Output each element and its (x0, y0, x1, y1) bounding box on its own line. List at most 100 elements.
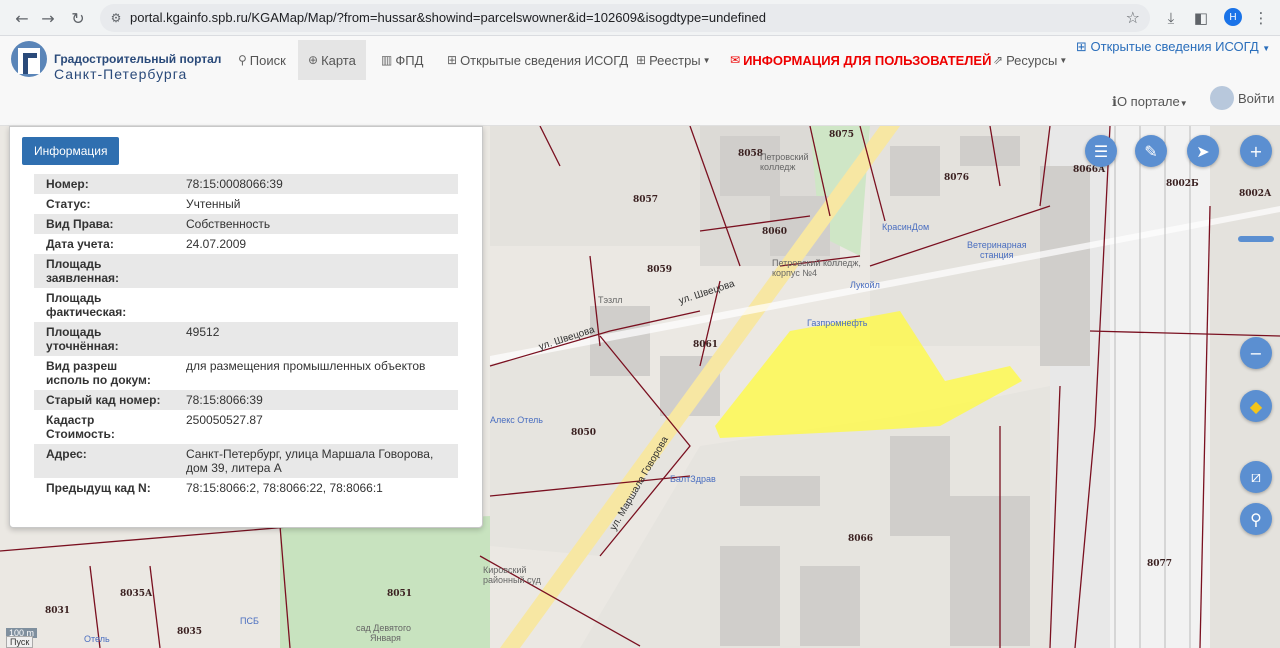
svg-text:ПСБ: ПСБ (240, 616, 259, 626)
svg-text:8002А: 8002А (1239, 189, 1272, 199)
info-row: Адрес: Санкт-Петербург, улица Маршала Гов… (34, 444, 458, 478)
info-tab[interactable]: Информация (22, 137, 120, 165)
info-row: Старый кад номер: 78:15:8066:39 (34, 390, 458, 410)
portal-logo[interactable] (10, 40, 48, 78)
nav-search-label: Поиск (249, 52, 286, 68)
zoom-out-button[interactable]: − (1240, 337, 1272, 369)
svg-text:Отель: Отель (84, 634, 110, 644)
minus-icon: − (1249, 343, 1263, 363)
svg-text:Января: Января (370, 633, 401, 643)
navigation-icon: ➤ (1196, 141, 1210, 161)
svg-text:Кировский: Кировский (483, 565, 526, 575)
nav-resources-label: Ресурсы (1006, 52, 1058, 68)
nav-open-isogd[interactable]: ⊞ Открытые сведения ИСОГД (437, 40, 638, 80)
svg-text:8051: 8051 (387, 589, 412, 599)
info-row: Вид разреш исполь по докум: для размещени… (34, 356, 458, 390)
nav-map-label: Карта (321, 52, 356, 68)
globe-icon: ⊕ (308, 53, 319, 67)
frame-icon: ⧄ (1250, 467, 1262, 486)
basemap-button[interactable]: ◆ (1240, 390, 1272, 422)
nav-registries[interactable]: ⊞ Реестры ▼ (626, 40, 721, 80)
info-key: Кадастр Стоимость: (46, 413, 115, 441)
nav-resources[interactable]: ⇗ Ресурсы ▼ (983, 40, 1077, 80)
profile-avatar[interactable]: H (1224, 8, 1242, 26)
reload-icon[interactable]: ↻ (66, 6, 90, 30)
info-row: Статус: Учтенный (34, 194, 458, 214)
info-key: Старый кад номер: (46, 393, 161, 407)
svg-text:Ветеринарная: Ветеринарная (967, 240, 1027, 250)
isogd-dropdown[interactable]: ⊞ Открытые сведения ИСОГД ▼ (1076, 39, 1270, 55)
svg-text:8060: 8060 (762, 227, 787, 237)
info-value (174, 254, 458, 288)
sidepanel-icon[interactable]: ◧ (1190, 7, 1212, 29)
logo-subtitle: Санкт-Петербурга (54, 66, 188, 82)
svg-text:КрасинДом: КрасинДом (882, 222, 929, 232)
info-key: Дата учета: (46, 237, 114, 251)
url-text[interactable]: portal.kgainfo.spb.ru/KGAMap/Map/?from=h… (130, 10, 766, 25)
locate-button[interactable]: ➤ (1187, 135, 1219, 167)
logo-title: Градостроительный портал (54, 52, 222, 66)
info-key: Адрес: (46, 447, 87, 461)
arrow-right-icon[interactable]: → (36, 6, 60, 30)
nav-fpd[interactable]: ▥ ФПД (371, 40, 433, 80)
svg-text:Петровский: Петровский (760, 152, 808, 162)
extent-button[interactable]: ⧄ (1240, 461, 1272, 493)
nav-open-isogd-label: Открытые сведения ИСОГД (460, 52, 629, 68)
search-map-button[interactable]: ⚲ (1240, 503, 1272, 535)
caret-down-icon: ▼ (1179, 99, 1188, 108)
info-row: Кадастр Стоимость: 250050527.87 (34, 410, 458, 444)
nav-registries-label: Реестры (649, 52, 701, 68)
svg-text:8066: 8066 (848, 534, 873, 544)
svg-text:8050: 8050 (571, 428, 596, 438)
plus-icon: + (1249, 141, 1263, 161)
nav-map[interactable]: ⊕ Карта (298, 40, 366, 80)
info-value (174, 288, 458, 322)
svg-text:8031: 8031 (45, 606, 70, 616)
svg-text:8061: 8061 (693, 340, 718, 350)
svg-text:8059: 8059 (647, 265, 672, 275)
info-value: 24.07.2009 (186, 237, 247, 251)
start-button[interactable]: Пуск (6, 636, 34, 648)
about-portal-link[interactable]: ℹО портале▼ (1112, 94, 1188, 110)
zoom-slider[interactable] (1238, 236, 1274, 242)
login-button[interactable]: Войти (1210, 86, 1274, 110)
info-row: Вид Права: Собственность (34, 214, 458, 234)
nav-search[interactable]: ⚲ Поиск (228, 40, 296, 80)
site-header: Градостроительный портал Санкт-Петербург… (0, 36, 1280, 126)
chat-icon: ✉ (730, 53, 741, 67)
isogd-dropdown-label: Открытые сведения ИСОГД (1090, 39, 1259, 54)
info-value: 78:15:8066:39 (186, 393, 263, 407)
info-value: 49512 (186, 325, 220, 339)
menu-dots-icon[interactable]: ⋮ (1250, 7, 1272, 29)
address-bar[interactable]: ⚙ portal.kgainfo.spb.ru/KGAMap/Map/?from… (100, 4, 1150, 32)
external-link-icon: ⇗ (993, 53, 1004, 67)
info-table: Номер: 78:15:0008066:39 Статус: Учтенный Вид… (34, 174, 458, 498)
info-value: Санкт-Петербург, улица Маршала Говорова,… (186, 447, 434, 475)
svg-text:Газпромнефть: Газпромнефть (807, 318, 868, 328)
svg-text:Тэзлл: Тэзлл (598, 295, 623, 305)
info-key: Статус: (46, 197, 91, 211)
layers-list-button[interactable]: ☰ (1085, 135, 1117, 167)
svg-text:Петровский колледж,: Петровский колледж, (772, 258, 861, 268)
list-icon: ☰ (1093, 141, 1109, 161)
info-value: 250050527.87 (186, 413, 263, 427)
bookmark-star-icon[interactable]: ☆ (1126, 8, 1140, 27)
nav-user-info[interactable]: ✉ ИНФОРМАЦИЯ ДЛЯ ПОЛЬЗОВАТЕЛЕЙ (720, 40, 1001, 80)
info-key: Вид разреш исполь по докум: (46, 359, 151, 387)
zoom-in-button[interactable]: + (1240, 135, 1272, 167)
arrow-left-icon[interactable]: ← (10, 6, 34, 30)
info-row: Площадь фактическая: (34, 288, 458, 322)
info-key: Площадь заявленная: (46, 257, 120, 285)
search-icon: ⚲ (1250, 509, 1262, 529)
site-info-icon[interactable]: ⚙ (108, 10, 124, 26)
info-value: 78:15:8066:2, 78:8066:22, 78:8066:1 (186, 481, 383, 495)
measure-button[interactable]: ✎ (1135, 135, 1167, 167)
info-row: Дата учета: 24.07.2009 (34, 234, 458, 254)
info-value: 78:15:0008066:39 (186, 177, 283, 191)
download-icon[interactable]: ⤓ (1160, 7, 1182, 29)
search-icon: ⚲ (238, 53, 247, 67)
info-key: Вид Права: (46, 217, 114, 231)
table-icon: ⊞ (1076, 40, 1087, 55)
svg-text:сад Девятого: сад Девятого (356, 623, 411, 633)
info-panel: Информация Номер: 78:15:0008066:39 Статус:… (9, 126, 483, 528)
